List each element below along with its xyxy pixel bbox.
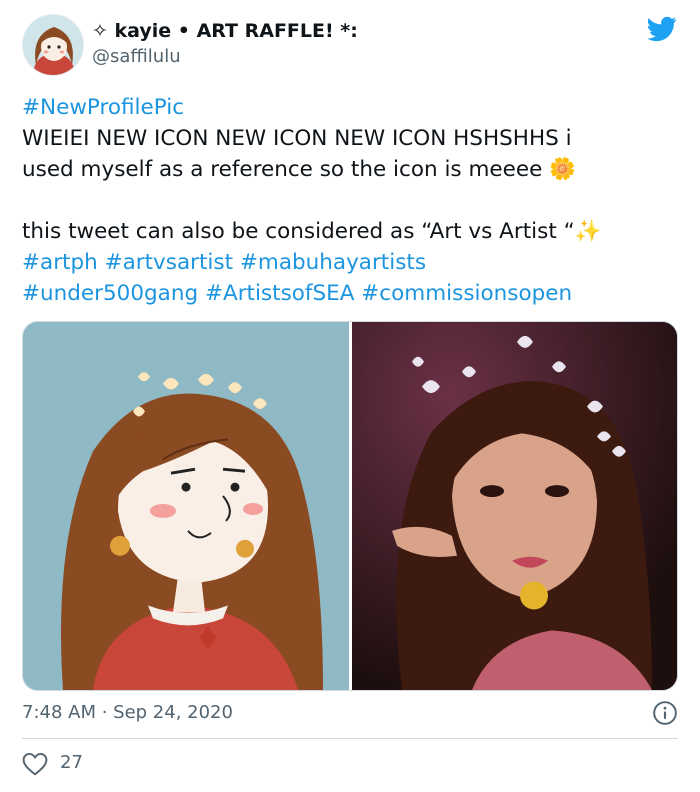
heart-icon[interactable]	[22, 752, 48, 776]
display-name[interactable]: ✧ kayie • ART RAFFLE! *:	[92, 20, 358, 42]
tweet-line: WIEIEI NEW ICON NEW ICON NEW ICON HSHSHH…	[22, 126, 572, 151]
avatar[interactable]	[22, 14, 84, 76]
author-names: ✧ kayie • ART RAFFLE! *: @saffilulu	[92, 20, 358, 67]
hashtag-artistsofsea[interactable]: #ArtistsofSEA	[205, 281, 354, 306]
hashtag-newprofilepic[interactable]: #NewProfilePic	[22, 95, 184, 120]
hashtag-under500gang[interactable]: #under500gang	[22, 281, 198, 306]
twitter-bird-icon[interactable]	[646, 14, 678, 44]
tweet-timestamp[interactable]: 7:48 AM · Sep 24, 2020	[22, 702, 233, 723]
hashtag-artph[interactable]: #artph	[22, 250, 98, 275]
user-handle[interactable]: @saffilulu	[92, 46, 358, 67]
tweet-header: ✧ kayie • ART RAFFLE! *: @saffilulu	[22, 14, 678, 78]
tweet-media	[22, 321, 678, 691]
tweet-line: this tweet can also be considered as “Ar…	[22, 219, 602, 244]
tweet-line: used myself as a reference so the icon i…	[22, 157, 576, 182]
info-icon[interactable]	[652, 700, 678, 726]
tweet-meta: 7:48 AM · Sep 24, 2020	[22, 700, 678, 728]
like-count: 27	[60, 752, 83, 773]
hashtag-commissionsopen[interactable]: #commissionsopen	[361, 281, 572, 306]
divider	[22, 738, 678, 739]
hashtag-mabuhayartists[interactable]: #mabuhayartists	[240, 250, 426, 275]
hashtag-artvsartist[interactable]: #artvsartist	[105, 250, 233, 275]
media-image-photo[interactable]	[352, 322, 677, 690]
tweet-text: #NewProfilePic WIEIEI NEW ICON NEW ICON …	[22, 92, 678, 309]
media-image-illustration[interactable]	[23, 322, 349, 690]
